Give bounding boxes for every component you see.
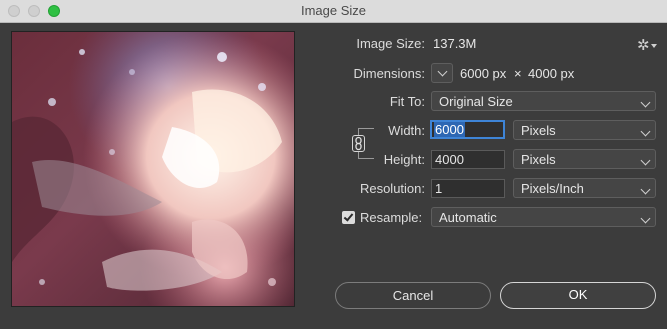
chevron-down-icon xyxy=(640,184,651,195)
resample-method-dropdown[interactable]: Automatic xyxy=(431,207,656,227)
resample-value: Automatic xyxy=(439,210,497,225)
window-title: Image Size xyxy=(300,3,367,18)
width-unit: Pixels xyxy=(521,123,556,138)
chevron-down-icon xyxy=(640,97,651,108)
dimensions-unit-dropdown[interactable] xyxy=(431,63,453,83)
width-unit-dropdown[interactable]: Pixels xyxy=(513,120,656,140)
title-bar: Image Size xyxy=(0,0,667,23)
dimensions-height: 4000 px xyxy=(528,66,575,81)
width-input[interactable]: 6000 xyxy=(430,120,505,139)
dimensions-width: 6000 px xyxy=(460,66,507,81)
resolution-unit-dropdown[interactable]: Pixels/Inch xyxy=(513,178,656,198)
dimensions-label: Dimensions: xyxy=(353,66,425,81)
resample-checkbox[interactable] xyxy=(342,211,355,224)
image-size-label: Image Size: xyxy=(356,36,425,51)
resolution-label: Resolution: xyxy=(359,181,425,196)
height-input[interactable]: 4000 xyxy=(431,150,505,169)
gear-icon[interactable]: ✲ xyxy=(637,36,650,54)
cancel-button[interactable]: Cancel xyxy=(335,282,491,309)
resolution-value: 1 xyxy=(435,181,443,196)
chevron-down-icon[interactable] xyxy=(651,44,657,48)
image-size-value: 137.3M xyxy=(433,36,477,51)
height-unit: Pixels xyxy=(521,152,556,167)
chevron-down-icon xyxy=(640,213,651,224)
chevron-down-icon xyxy=(640,126,651,137)
resolution-input[interactable]: 1 xyxy=(431,179,505,198)
fit-to-label: Fit To: xyxy=(389,94,425,109)
chevron-down-icon xyxy=(437,66,448,77)
resolution-unit: Pixels/Inch xyxy=(521,181,584,196)
fit-to-dropdown[interactable]: Original Size xyxy=(431,91,656,111)
resample-label: Resample: xyxy=(360,210,423,225)
image-size-dialog: Image Size Image Size: 137.3M ✲ Dimensio… xyxy=(0,0,667,329)
height-label: Height: xyxy=(383,152,425,167)
fit-to-value: Original Size xyxy=(439,94,513,109)
height-unit-dropdown[interactable]: Pixels xyxy=(513,149,656,169)
chevron-down-icon xyxy=(640,155,651,166)
height-value: 4000 xyxy=(435,152,464,167)
width-value: 6000 xyxy=(434,122,465,137)
width-label: Width: xyxy=(388,123,425,138)
preview-photo xyxy=(12,32,294,306)
image-preview[interactable] xyxy=(11,31,295,307)
dimensions-times: × xyxy=(514,66,522,81)
ok-button[interactable]: OK xyxy=(500,282,656,309)
